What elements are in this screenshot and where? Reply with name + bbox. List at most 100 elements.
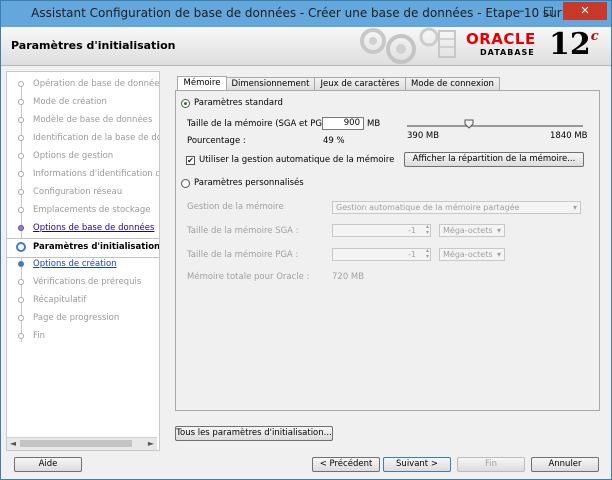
step-item: Vérifications de prérequis [7,274,159,292]
step-label: Options de création [33,259,117,269]
step-label: Opération de base de données [33,79,160,89]
step-label: Modèle de base de données [33,115,153,125]
cancel-button[interactable]: Annuler [531,457,599,472]
memory-size-input[interactable]: 900 [322,117,364,130]
step-item: Identification de la base de don [7,130,159,148]
memory-management-label: Gestion de la mémoire [187,202,284,212]
auto-memory-label: Utiliser la gestion automatique de la mé… [199,155,395,165]
chevron-down-icon: ▾ [496,250,501,259]
all-init-params-button[interactable]: Tous les paramètres d'initialisation... [175,426,333,441]
oracle-logo: ORACLE DATABASE [466,30,536,57]
next-button[interactable]: Suivant > [383,457,451,472]
page-header: Paramètres d'initialisation ORACLE DATAB… [1,27,611,66]
step-marker-icon [18,135,24,141]
horizontal-scrollbar[interactable]: ◄ ► [7,437,157,450]
step-item[interactable]: Options de base de données [7,220,159,238]
back-button[interactable]: < Précédent [312,457,380,472]
percentage-label: Pourcentage : [187,136,246,146]
step-marker-icon [18,279,24,285]
sga-unit-select[interactable]: Méga-octets ▾ [439,224,505,237]
version-logo: 12c [549,27,599,62]
step-item: Informations d'identification de [7,166,159,184]
standard-params-radio[interactable] [181,99,190,108]
memory-slider-track[interactable] [407,125,583,127]
step-label: Options de gestion [33,151,114,161]
chevron-down-icon: ▾ [572,203,577,212]
step-item: Emplacements de stockage [7,202,159,220]
steps-panel: Opération de base de données Mode de créa… [6,71,160,451]
step-marker-icon [18,225,24,231]
auto-memory-checkbox[interactable]: ✔ [186,156,195,165]
tab-character-sets[interactable]: Jeux de caractères [314,77,406,91]
slider-min-label: 390 MB [407,131,440,141]
step-label: Emplacements de stockage [33,205,151,215]
gears-icon [360,27,456,64]
step-marker-icon [18,81,24,87]
step-item: Mode de création [7,94,159,112]
memory-slider-thumb[interactable] [464,119,474,129]
step-marker-icon [16,242,26,252]
step-label: Mode de création [33,97,107,107]
show-memory-distribution-button[interactable]: Afficher la répartition de la mémoire... [404,152,584,167]
scrollbar-thumb[interactable] [20,440,132,447]
step-marker-icon [18,315,24,321]
tab-connection-mode[interactable]: Mode de connexion [405,77,500,91]
help-button[interactable]: Aide [14,457,82,472]
step-marker-icon [18,117,24,123]
page-title: Paramètres d'initialisation [11,39,176,52]
step-marker-icon [18,99,24,105]
step-item[interactable]: Paramètres d'initialisation [7,238,159,258]
step-label: Configuration réseau [33,187,123,197]
spinner-arrows-icon[interactable]: ▴ ▾ [426,224,429,236]
step-item: Récapitulatif [7,292,159,310]
total-memory-value: 720 MB [332,272,365,282]
step-marker-icon [18,153,24,159]
maximize-icon[interactable]: □ [535,2,562,20]
step-marker-icon [18,207,24,213]
step-item: Configuration réseau [7,184,159,202]
sga-size-label: Taille de la mémoire SGA : [187,226,299,236]
minimize-icon[interactable]: – [508,2,535,20]
tab-memory[interactable]: Mémoire [177,76,227,91]
step-label: Paramètres d'initialisation [33,242,160,252]
dbca-window: Assistant Configuration de base de donné… [0,0,612,480]
pga-size-label: Taille de la mémoire PGA : [187,250,299,260]
tab-sizing[interactable]: Dimensionnement [226,77,315,91]
pga-unit-select[interactable]: Méga-octets ▾ [439,248,505,261]
memory-management-select[interactable]: Gestion automatique de la mémoire partag… [332,201,581,214]
pga-size-spinner[interactable]: -1 ▴ ▾ [332,248,431,261]
finish-button[interactable]: Fin [457,457,525,472]
step-marker-icon [18,261,24,267]
step-marker-icon [18,333,24,339]
step-item: Modèle de base de données [7,112,159,130]
step-item: Opération de base de données [7,76,159,94]
custom-params-label: Paramètres personnalisés [194,178,304,188]
close-icon[interactable]: ✕ [563,2,607,20]
step-marker-icon [18,297,24,303]
step-label: Fin [33,331,46,341]
step-item[interactable]: Options de création [7,256,159,274]
step-label: Informations d'identification de [33,169,160,179]
scroll-left-icon[interactable]: ◄ [7,438,19,450]
slider-max-label: 1840 MB [550,131,588,141]
percentage-value: 49 % [323,136,345,146]
step-label: Récapitulatif [33,295,87,305]
step-label: Vérifications de prérequis [33,277,142,287]
step-label: Identification de la base de don [33,133,160,143]
custom-params-radio[interactable] [181,179,190,188]
total-memory-label: Mémoire totale pour Oracle : [187,272,310,282]
step-item: Options de gestion [7,148,159,166]
spinner-arrows-icon[interactable]: ▴ ▾ [426,248,429,260]
memory-size-label: Taille de la mémoire (SGA et PGA) : [187,119,337,129]
step-item: Fin [7,328,159,346]
step-item: Page de progression [7,310,159,328]
title-bar[interactable]: Assistant Configuration de base de donné… [1,1,611,27]
scroll-right-icon[interactable]: ► [145,438,157,450]
sga-size-spinner[interactable]: -1 ▴ ▾ [332,224,431,237]
step-marker-icon [18,189,24,195]
step-label: Options de base de données [33,223,155,233]
standard-params-label: Paramètres standard [194,98,283,108]
step-marker-icon [18,171,24,177]
chevron-down-icon: ▾ [496,226,501,235]
memory-size-unit: MB [367,119,381,129]
